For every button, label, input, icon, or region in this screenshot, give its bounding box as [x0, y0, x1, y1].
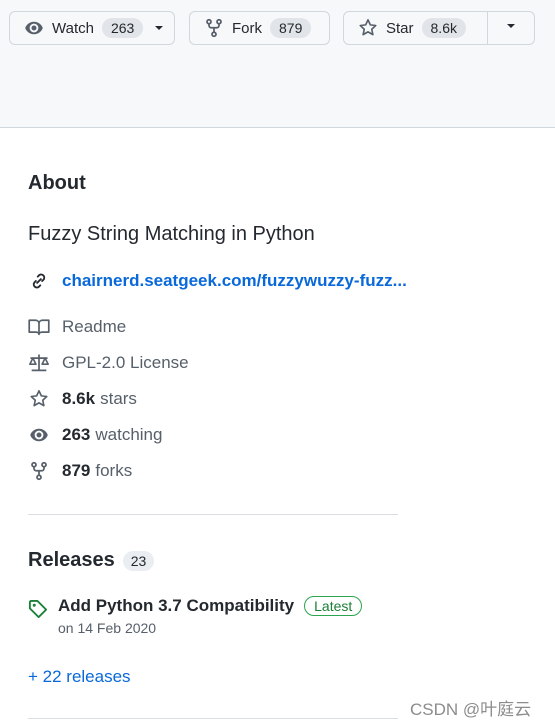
watch-count: 263 [101, 18, 144, 38]
chevron-down-icon [505, 19, 517, 37]
release-date: on 14 Feb 2020 [58, 620, 157, 636]
release-title[interactable]: Add Python 3.7 Compatibility [58, 596, 294, 616]
latest-badge: Latest [304, 596, 363, 616]
stars-count: 8.6k [62, 389, 96, 408]
watching-row[interactable]: 263 watching [28, 425, 162, 445]
eye-icon [24, 18, 44, 38]
releases-count-badge: 23 [122, 550, 155, 571]
fork-label: Fork [232, 19, 262, 37]
readme-row[interactable]: Readme [28, 317, 126, 337]
repo-description: Fuzzy String Matching in Python [28, 223, 315, 245]
readme-label: Readme [62, 317, 127, 336]
fork-count: 879 [270, 18, 312, 38]
star-icon [28, 389, 50, 409]
link-icon [28, 271, 50, 291]
fork-button[interactable]: Fork 879 [189, 11, 330, 45]
star-label: Star [386, 19, 414, 37]
homepage-link[interactable]: chairnerd.seatgeek.com/fuzzywuzzy-fuzz..… [62, 271, 407, 291]
more-releases-link[interactable]: + 22 releases [28, 667, 131, 687]
eye-icon [28, 425, 50, 445]
chevron-down-icon [153, 22, 165, 34]
watch-button[interactable]: Watch 263 [9, 11, 175, 45]
forks-label: forks [95, 461, 133, 480]
tag-icon [28, 599, 48, 619]
fork-icon [204, 18, 224, 38]
star-dropdown-button[interactable] [487, 11, 535, 45]
repo-action-bar: Watch 263 Fork 879 Star 8.6k [0, 0, 555, 128]
star-icon [358, 18, 378, 38]
fork-icon [28, 461, 50, 481]
stars-row[interactable]: 8.6k stars [28, 389, 137, 409]
latest-release-item[interactable]: Add Python 3.7 Compatibility Latest on 1… [28, 596, 363, 636]
license-row[interactable]: GPL-2.0 License [28, 353, 189, 373]
section-divider [28, 514, 398, 515]
star-button[interactable]: Star 8.6k [343, 11, 488, 45]
stars-label: stars [100, 389, 137, 408]
law-scale-icon [28, 353, 50, 373]
homepage-link-row[interactable]: chairnerd.seatgeek.com/fuzzywuzzy-fuzz..… [28, 271, 407, 291]
watermark-text: CSDN @叶庭云 [410, 700, 532, 719]
forks-count: 879 [62, 461, 91, 480]
about-heading: About [28, 172, 86, 194]
releases-heading[interactable]: Releases [28, 549, 115, 572]
watch-label: Watch [52, 19, 94, 37]
section-divider [28, 718, 398, 719]
forks-row[interactable]: 879 forks [28, 461, 132, 481]
watching-count: 263 [62, 425, 91, 444]
license-label: GPL-2.0 License [62, 353, 189, 372]
star-count: 8.6k [421, 18, 466, 38]
releases-heading-row[interactable]: Releases 23 [28, 549, 155, 572]
book-icon [28, 317, 50, 337]
watching-label: watching [95, 425, 163, 444]
